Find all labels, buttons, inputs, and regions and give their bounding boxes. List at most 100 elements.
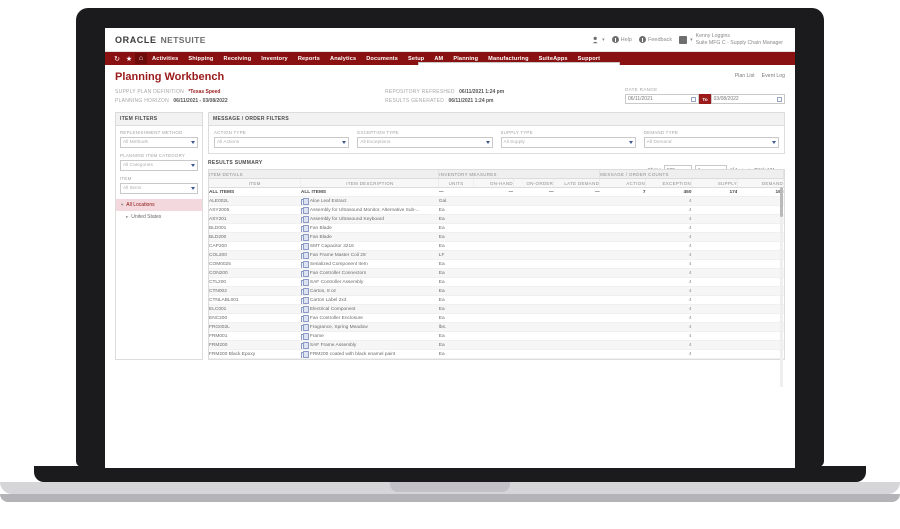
column-header-on-hand[interactable]: ON-HAND [473,178,514,188]
item-document-icon[interactable] [300,270,309,277]
cell-exception: 4 [645,214,692,224]
column-header-units[interactable]: UNITS [438,178,474,188]
table-row[interactable]: ALE002L Aloe Leaf Extract Gal. 4 [209,196,784,206]
history-icon[interactable]: ↻ [111,53,123,64]
table-row[interactable]: CTL200 SAF Controller Assembly Ea 4 [209,277,784,287]
item-document-icon[interactable] [300,351,309,358]
table-row[interactable]: FRM200 Black Epoxy FRM200 coated with bla… [209,349,784,359]
nav-item-inventory[interactable]: Inventory [256,56,293,62]
item-document-icon[interactable] [300,243,309,250]
summary-row[interactable]: ALL ITEMSALL ITEMS————7450174193 [209,187,784,197]
user-menu[interactable]: ▾ Kenny Loggins Suite MFG C - Supply Cha… [679,33,783,46]
nav-item-analytics[interactable]: Analytics [325,56,361,62]
table-row[interactable]: ELC001 Electrical Component Ea 4 [209,304,784,314]
table-row[interactable]: ENC200 Fan Controller Enclosure Ea 4 [209,313,784,323]
results-table: ITEM DETAILS INVENTORY MEASURES MESSAGE … [209,170,785,359]
column-header-on-order[interactable]: ON-ORDER [513,178,555,188]
column-header-supply[interactable]: SUPPLY [691,178,738,188]
item-document-icon[interactable] [300,297,309,304]
date-to-field[interactable]: 03/08/2022 [710,94,785,104]
cell-late-demand [553,340,600,350]
nav-item-receiving[interactable]: Receiving [219,56,257,62]
cell-item: ELC001 [209,304,301,314]
item-document-icon[interactable] [300,207,309,214]
item-select[interactable]: All Items [120,183,198,194]
item-document-icon[interactable] [300,225,309,232]
star-icon[interactable]: ★ [123,53,135,64]
column-header-late-demand[interactable]: LATE DEMAND [553,178,601,188]
nav-item-suiteapps[interactable]: SuiteApps [534,56,573,62]
item-document-icon[interactable] [300,333,309,340]
exception-type-select[interactable]: All Exceptions [357,137,493,148]
nav-item-setup[interactable]: Setup [403,56,429,62]
page-title: Planning Workbench [115,71,225,83]
nav-item-planning[interactable]: Planning [448,56,483,62]
table-scrollbar-thumb[interactable] [780,187,783,217]
cell-action [599,268,646,278]
nav-item-reports[interactable]: Reports [293,56,325,62]
table-row[interactable]: BLD001 Fan Blade Ea 4 [209,223,784,233]
nav-item-shipping[interactable]: Shipping [183,56,218,62]
item-document-icon[interactable] [300,342,309,349]
column-header-item[interactable]: ITEM [209,178,302,188]
item-document-icon[interactable] [300,198,309,205]
cell-item: ALE002L [209,196,301,206]
cell-late-demand [553,259,600,269]
nav-item-am[interactable]: AM [429,56,448,62]
item-document-icon[interactable] [300,252,309,259]
table-row[interactable]: FRM200 SAF Frame Assembly Ea 4 [209,340,784,350]
supply-type-select[interactable]: All Supply [500,137,636,148]
table-row[interactable]: FRM001 Frame Ea 4 [209,331,784,341]
column-header-demand[interactable]: DEMAND [737,178,785,188]
nav-item-activities[interactable]: Activities [147,56,183,62]
item-document-icon[interactable] [300,324,309,331]
item-document-icon[interactable] [300,288,309,295]
help-button[interactable]: Help [611,36,632,43]
item-document-icon[interactable] [300,234,309,241]
action-type-select[interactable]: All Actions [214,137,350,148]
planning-item-category-select[interactable]: All Categories [120,160,198,171]
item-document-icon[interactable] [300,306,309,313]
table-row[interactable]: CTN002 Carton, 8 oz Ea 4 [209,286,784,296]
column-header-item-description[interactable]: ITEM DESCRIPTION [300,178,440,188]
nav-item-documents[interactable]: Documents [361,56,403,62]
plan-list-link[interactable]: Plan List [735,73,755,79]
table-row[interactable]: BLD200 Fan Blade Ea 4 [209,232,784,242]
cell-action [599,295,646,305]
calendar-icon[interactable] [777,96,782,102]
item-document-icon[interactable] [300,216,309,223]
location-tree-item-all-locations[interactable]: ▾ All Locations [116,199,202,211]
table-row[interactable]: CTNLABL001 Carton Label 2x3 Ea 4 [209,295,784,305]
date-from-field[interactable]: 06/11/2021 [625,94,700,104]
supply-plan-definition-value[interactable]: *Texas Speed [188,89,220,95]
netsuite-logo[interactable]: ORACLE NETSUITE [115,35,206,45]
table-row[interactable]: ASY2005 Assembly for Ultrasound Monitor, … [209,205,784,215]
table-scrollbar-track[interactable] [780,187,783,387]
column-header-action[interactable]: ACTION [599,178,647,188]
table-row[interactable]: CAP200 SMT Capacitor 3216 Ea 4 [209,241,784,251]
nav-item-support[interactable]: Support [573,56,606,62]
table-row[interactable]: COL200 Fan Frame Master Coil 25' LF 4 [209,250,784,260]
table-row[interactable]: FRG002L Fragrance, Spring Meadow lbs. 4 [209,322,784,332]
table-row[interactable]: CON200 Fan Controller Connectors Ea 4 [209,268,784,278]
table-row[interactable]: ASY201 Assembly for Ultrasound Keyboard Ea… [209,214,784,224]
cell-on-order [513,295,554,305]
calendar-icon[interactable] [691,96,697,102]
planning-workbench-page: Planning Workbench Plan List Event Log S… [105,65,795,468]
help-icon [611,36,619,43]
event-log-link[interactable]: Event Log [762,73,785,79]
column-header-exception[interactable]: EXCEPTION [645,178,693,188]
replenishment-method-select[interactable]: All Methods [120,137,198,148]
supply-type-value: All Supply [503,140,525,145]
nav-item-manufacturing[interactable]: Manufacturing [483,56,533,62]
location-tree-item-united-states[interactable]: ▸ United States [116,211,202,223]
demand-type-select[interactable]: All Demand [643,137,779,148]
cell-units: Ea [438,286,474,296]
item-document-icon[interactable] [300,315,309,322]
global-create-icon[interactable]: ▾ [592,36,605,44]
home-icon[interactable]: ⌂ [135,53,147,64]
table-row[interactable]: COM0025 Serialized Component Item Ea 4 [209,259,784,269]
item-document-icon[interactable] [300,261,309,268]
item-document-icon[interactable] [300,279,309,286]
feedback-button[interactable]: Feedback [638,36,672,43]
